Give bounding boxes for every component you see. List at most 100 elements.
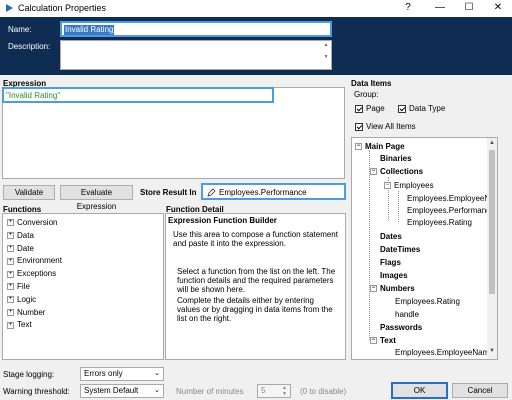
tree-num-rating-label: Employees.Rating — [395, 297, 460, 306]
expression-highlight[interactable]: "Invalid Rating" — [2, 87, 274, 103]
function-category-item[interactable]: + Environment — [7, 256, 62, 266]
stage-logging-label: Stage logging: — [3, 370, 55, 379]
function-category-label: Conversion — [17, 218, 58, 227]
expand-icon[interactable]: + — [7, 283, 14, 291]
function-category-item[interactable]: + Exceptions — [7, 269, 56, 279]
expand-icon[interactable]: + — [7, 308, 14, 316]
description-field[interactable]: ▲ ▼ — [60, 40, 332, 70]
tree-numbers[interactable]: − Numbers — [370, 284, 415, 294]
tree-text-label: Text — [380, 336, 396, 345]
function-category-item[interactable]: + Number — [7, 308, 45, 318]
function-category-label: Data — [17, 230, 34, 240]
expand-icon[interactable]: + — [7, 321, 14, 329]
datatype-check-icon — [398, 104, 406, 113]
function-category-label: Logic — [17, 294, 37, 304]
minutes-stepper[interactable]: 5 ▲ ▼ — [257, 384, 291, 398]
scroll-down-icon[interactable]: ▼ — [489, 348, 495, 354]
tree-main-page[interactable]: − Main Page — [355, 142, 405, 152]
chevron-down-icon: ⌄ — [154, 387, 160, 394]
tree-dates-label: Dates — [380, 232, 402, 241]
view-all-check-icon — [355, 122, 363, 131]
tree-binaries[interactable]: Binaries — [380, 154, 412, 164]
description-scrollbar[interactable]: ▲ ▼ — [322, 42, 330, 60]
pencil-icon — [207, 188, 216, 197]
tree-images[interactable]: Images — [380, 271, 408, 281]
view-all-checkbox-label: View All Items — [366, 122, 416, 131]
tree-flags-label: Flags — [380, 258, 401, 267]
maximize-button[interactable]: ☐ — [461, 1, 477, 15]
cancel-button[interactable]: Cancel — [452, 383, 508, 398]
scroll-up-icon[interactable]: ▲ — [489, 140, 495, 146]
tree-emp-perf-label: Employees.Performance — [407, 206, 495, 215]
validate-button[interactable]: Validate — [3, 185, 55, 200]
store-result-value: Employees.Performance — [219, 188, 307, 197]
tree-text[interactable]: − Text — [370, 336, 396, 346]
tree-emp-rating[interactable]: Employees.Rating — [407, 218, 472, 228]
warning-threshold-select[interactable]: System Default ⌄ — [80, 384, 164, 398]
function-category-item[interactable]: + Data — [7, 231, 34, 241]
function-category-item[interactable]: + File — [7, 282, 30, 292]
tree-emp-rating-label: Employees.Rating — [407, 218, 472, 227]
page-check-icon — [355, 104, 363, 113]
app-icon — [6, 4, 13, 12]
tree-handle[interactable]: handle — [395, 310, 419, 320]
collapse-icon[interactable]: − — [370, 337, 377, 345]
close-button[interactable]: ✕ — [490, 1, 506, 15]
function-category-item[interactable]: + Date — [7, 244, 34, 254]
builder-p1: Select a function from the list on the l… — [177, 267, 336, 294]
collapse-icon[interactable]: − — [355, 143, 362, 151]
tree-handle-label: handle — [395, 310, 420, 319]
stepper-arrows-icon[interactable]: ▲ ▼ — [282, 385, 287, 397]
stage-logging-value: Errors only — [84, 369, 123, 378]
expand-icon[interactable]: + — [7, 296, 14, 304]
expand-icon[interactable]: + — [7, 257, 14, 265]
ok-button[interactable]: OK — [391, 382, 448, 399]
stage-logging-select[interactable]: Errors only ⌄ — [80, 367, 164, 381]
evaluate-expression-button[interactable]: Evaluate Expression — [60, 185, 133, 211]
builder-title: Expression Function Builder — [168, 216, 277, 225]
tree-collections[interactable]: − Collections — [370, 167, 423, 177]
chevron-down-icon: ⌄ — [154, 370, 160, 377]
tree-images-label: Images — [380, 271, 408, 280]
name-field[interactable]: Invalid Rating — [60, 21, 332, 37]
tree-employees[interactable]: − Employees — [384, 181, 434, 191]
tree-passwords[interactable]: Passwords — [380, 323, 422, 333]
expand-icon[interactable]: + — [7, 219, 14, 227]
store-result-field[interactable]: Employees.Performance — [201, 183, 346, 200]
collapse-icon[interactable]: − — [370, 285, 377, 293]
tree-numbers-label: Numbers — [380, 284, 415, 293]
functions-tree[interactable]: + Conversion + Data + Date + Environment + Except… — [2, 213, 164, 360]
tree-text-emp[interactable]: Employees.EmployeeName — [395, 348, 494, 358]
tree-binaries-label: Binaries — [380, 154, 412, 163]
tree-datetimes-label: DateTimes — [380, 245, 421, 254]
expand-icon[interactable]: + — [7, 244, 14, 252]
datatype-checkbox[interactable]: Data Type — [398, 104, 445, 113]
page-checkbox[interactable]: Page — [355, 104, 385, 113]
function-category-label: File — [17, 282, 30, 291]
function-category-item[interactable]: + Text — [7, 320, 32, 330]
collapse-icon[interactable]: − — [384, 182, 391, 190]
help-button[interactable]: ? — [400, 1, 416, 15]
tree-num-rating[interactable]: Employees.Rating — [395, 297, 460, 307]
expand-icon[interactable]: + — [7, 232, 14, 240]
data-items-tree[interactable]: − Main Page Binaries − Collections − Employ… — [351, 137, 498, 360]
minimize-button[interactable]: — — [432, 1, 448, 15]
view-all-checkbox[interactable]: View All Items — [355, 122, 416, 131]
tree-dates[interactable]: Dates — [380, 232, 402, 242]
description-label: Description: — [8, 42, 51, 51]
tree-datetimes[interactable]: DateTimes — [380, 245, 420, 255]
collapse-icon[interactable]: − — [370, 168, 377, 176]
builder-intro: Use this area to compose a function stat… — [173, 230, 338, 248]
function-category-item[interactable]: + Logic — [7, 295, 36, 305]
tree-emp-performance[interactable]: Employees.Performance — [407, 206, 495, 216]
name-label: Name: — [8, 25, 32, 34]
warning-threshold-label: Warning threshold: — [3, 387, 70, 396]
data-items-scrollbar[interactable]: ▲ ▼ — [487, 138, 497, 359]
expand-icon[interactable]: + — [7, 270, 14, 278]
scroll-thumb[interactable] — [489, 150, 495, 294]
function-category-item[interactable]: + Conversion — [7, 218, 57, 228]
tree-flags[interactable]: Flags — [380, 258, 401, 268]
group-label: Group: — [354, 90, 379, 99]
function-detail-panel: Expression Function Builder Use this are… — [165, 213, 346, 360]
tree-emp-name[interactable]: Employees.EmployeeName — [407, 194, 497, 204]
